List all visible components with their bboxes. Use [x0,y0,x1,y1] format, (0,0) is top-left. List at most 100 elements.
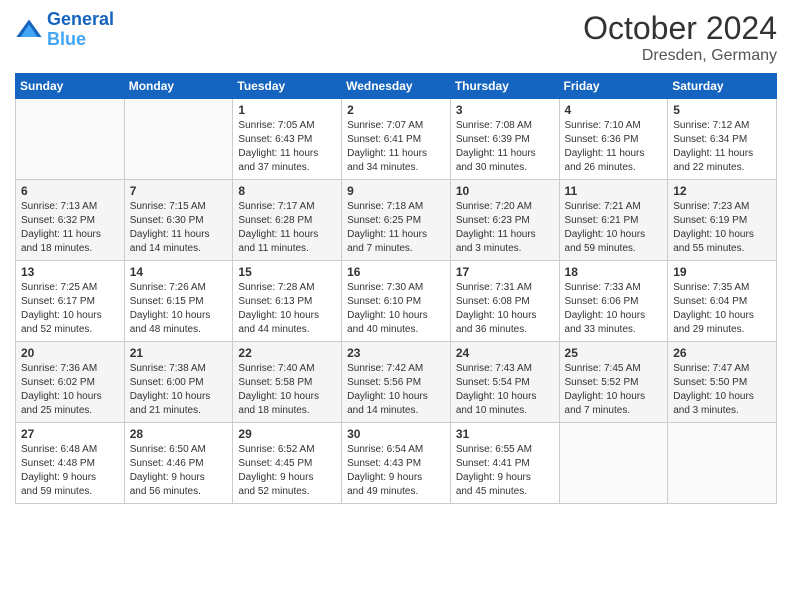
day-details: Sunrise: 7:38 AM Sunset: 6:00 PM Dayligh… [130,362,228,418]
day-number: 8 [238,184,336,198]
day-details: Sunrise: 7:25 AM Sunset: 6:17 PM Dayligh… [21,281,119,337]
calendar-cell: 20 Sunrise: 7:36 AM Sunset: 6:02 PM Dayli… [16,342,125,423]
day-details: Sunrise: 7:15 AM Sunset: 6:30 PM Dayligh… [130,200,228,256]
calendar-cell: 31 Sunrise: 6:55 AM Sunset: 4:41 PM Dayli… [450,423,559,504]
day-details: Sunrise: 6:55 AM Sunset: 4:41 PM Dayligh… [456,443,554,499]
calendar-cell: 26 Sunrise: 7:47 AM Sunset: 5:50 PM Dayli… [668,342,777,423]
day-number: 18 [565,265,663,279]
day-details: Sunrise: 7:21 AM Sunset: 6:21 PM Dayligh… [565,200,663,256]
calendar-cell: 22 Sunrise: 7:40 AM Sunset: 5:58 PM Dayli… [233,342,342,423]
day-details: Sunrise: 7:36 AM Sunset: 6:02 PM Dayligh… [21,362,119,418]
day-details: Sunrise: 7:20 AM Sunset: 6:23 PM Dayligh… [456,200,554,256]
logo-text: GeneralBlue [47,10,114,50]
day-details: Sunrise: 7:08 AM Sunset: 6:39 PM Dayligh… [456,119,554,175]
day-number: 30 [347,427,445,441]
calendar-cell: 14Sunrise: 7:26 AM Sunset: 6:15 PM Dayli… [124,261,233,342]
calendar-cell [668,423,777,504]
day-details: Sunrise: 7:17 AM Sunset: 6:28 PM Dayligh… [238,200,336,256]
day-details: Sunrise: 7:43 AM Sunset: 5:54 PM Dayligh… [456,362,554,418]
calendar-cell: 17 Sunrise: 7:31 AM Sunset: 6:08 PM Dayli… [450,261,559,342]
calendar-table: SundayMondayTuesdayWednesdayThursdayFrid… [15,73,777,504]
day-number: 23 [347,346,445,360]
calendar-cell: 9 Sunrise: 7:18 AM Sunset: 6:25 PM Daylig… [342,180,451,261]
day-details: Sunrise: 7:18 AM Sunset: 6:25 PM Dayligh… [347,200,445,256]
calendar-cell: 27Sunrise: 6:48 AM Sunset: 4:48 PM Dayli… [16,423,125,504]
day-number: 14 [130,265,228,279]
day-number: 1 [238,103,336,117]
calendar-cell: 10 Sunrise: 7:20 AM Sunset: 6:23 PM Dayli… [450,180,559,261]
calendar-cell: 16 Sunrise: 7:30 AM Sunset: 6:10 PM Dayli… [342,261,451,342]
day-details: Sunrise: 6:54 AM Sunset: 4:43 PM Dayligh… [347,443,445,499]
logo-icon [15,16,43,44]
weekday-header-row: SundayMondayTuesdayWednesdayThursdayFrid… [16,74,777,99]
day-number: 25 [565,346,663,360]
calendar-cell: 7Sunrise: 7:15 AM Sunset: 6:30 PM Daylig… [124,180,233,261]
day-number: 17 [456,265,554,279]
calendar-cell [559,423,668,504]
calendar-cell: 29Sunrise: 6:52 AM Sunset: 4:45 PM Dayli… [233,423,342,504]
day-details: Sunrise: 7:31 AM Sunset: 6:08 PM Dayligh… [456,281,554,337]
calendar-cell: 23 Sunrise: 7:42 AM Sunset: 5:56 PM Dayli… [342,342,451,423]
day-number: 27 [21,427,119,441]
day-details: Sunrise: 7:30 AM Sunset: 6:10 PM Dayligh… [347,281,445,337]
calendar-cell: 3 Sunrise: 7:08 AM Sunset: 6:39 PM Daylig… [450,99,559,180]
day-number: 12 [673,184,771,198]
calendar-cell [124,99,233,180]
calendar-week-row: 27Sunrise: 6:48 AM Sunset: 4:48 PM Dayli… [16,423,777,504]
weekday-header: Thursday [450,74,559,99]
day-details: Sunrise: 7:07 AM Sunset: 6:41 PM Dayligh… [347,119,445,175]
day-details: Sunrise: 7:23 AM Sunset: 6:19 PM Dayligh… [673,200,771,256]
day-number: 21 [130,346,228,360]
day-details: Sunrise: 7:35 AM Sunset: 6:04 PM Dayligh… [673,281,771,337]
day-details: Sunrise: 7:05 AM Sunset: 6:43 PM Dayligh… [238,119,336,175]
day-number: 20 [21,346,119,360]
day-number: 22 [238,346,336,360]
day-details: Sunrise: 6:50 AM Sunset: 4:46 PM Dayligh… [130,443,228,499]
calendar-cell: 1 Sunrise: 7:05 AM Sunset: 6:43 PM Daylig… [233,99,342,180]
day-number: 29 [238,427,336,441]
page-header: GeneralBlue October 2024 Dresden, German… [15,10,777,65]
title-block: October 2024 Dresden, Germany [583,10,777,65]
location-title: Dresden, Germany [583,47,777,65]
day-number: 4 [565,103,663,117]
weekday-header: Saturday [668,74,777,99]
calendar-cell: 12 Sunrise: 7:23 AM Sunset: 6:19 PM Dayli… [668,180,777,261]
day-number: 31 [456,427,554,441]
calendar-week-row: 13 Sunrise: 7:25 AM Sunset: 6:17 PM Dayli… [16,261,777,342]
calendar-cell: 18 Sunrise: 7:33 AM Sunset: 6:06 PM Dayli… [559,261,668,342]
calendar-cell: 6 Sunrise: 7:13 AM Sunset: 6:32 PM Daylig… [16,180,125,261]
day-number: 3 [456,103,554,117]
calendar-cell: 28 Sunrise: 6:50 AM Sunset: 4:46 PM Dayli… [124,423,233,504]
calendar-cell [16,99,125,180]
day-number: 16 [347,265,445,279]
calendar-cell: 19Sunrise: 7:35 AM Sunset: 6:04 PM Dayli… [668,261,777,342]
day-number: 28 [130,427,228,441]
calendar-cell: 5 Sunrise: 7:12 AM Sunset: 6:34 PM Daylig… [668,99,777,180]
month-title: October 2024 [583,10,777,47]
day-number: 5 [673,103,771,117]
calendar-cell: 21 Sunrise: 7:38 AM Sunset: 6:00 PM Dayli… [124,342,233,423]
weekday-header: Tuesday [233,74,342,99]
weekday-header: Wednesday [342,74,451,99]
day-number: 10 [456,184,554,198]
calendar-cell: 13 Sunrise: 7:25 AM Sunset: 6:17 PM Dayli… [16,261,125,342]
day-number: 13 [21,265,119,279]
day-number: 2 [347,103,445,117]
day-details: Sunrise: 7:12 AM Sunset: 6:34 PM Dayligh… [673,119,771,175]
calendar-week-row: 20 Sunrise: 7:36 AM Sunset: 6:02 PM Dayli… [16,342,777,423]
day-details: Sunrise: 7:45 AM Sunset: 5:52 PM Dayligh… [565,362,663,418]
day-details: Sunrise: 7:33 AM Sunset: 6:06 PM Dayligh… [565,281,663,337]
day-details: Sunrise: 7:40 AM Sunset: 5:58 PM Dayligh… [238,362,336,418]
day-number: 9 [347,184,445,198]
day-details: Sunrise: 7:47 AM Sunset: 5:50 PM Dayligh… [673,362,771,418]
calendar-cell: 8 Sunrise: 7:17 AM Sunset: 6:28 PM Daylig… [233,180,342,261]
weekday-header: Friday [559,74,668,99]
day-number: 26 [673,346,771,360]
calendar-cell: 2 Sunrise: 7:07 AM Sunset: 6:41 PM Daylig… [342,99,451,180]
day-number: 6 [21,184,119,198]
day-details: Sunrise: 7:10 AM Sunset: 6:36 PM Dayligh… [565,119,663,175]
day-number: 24 [456,346,554,360]
calendar-cell: 24 Sunrise: 7:43 AM Sunset: 5:54 PM Dayli… [450,342,559,423]
day-details: Sunrise: 7:42 AM Sunset: 5:56 PM Dayligh… [347,362,445,418]
day-details: Sunrise: 7:13 AM Sunset: 6:32 PM Dayligh… [21,200,119,256]
